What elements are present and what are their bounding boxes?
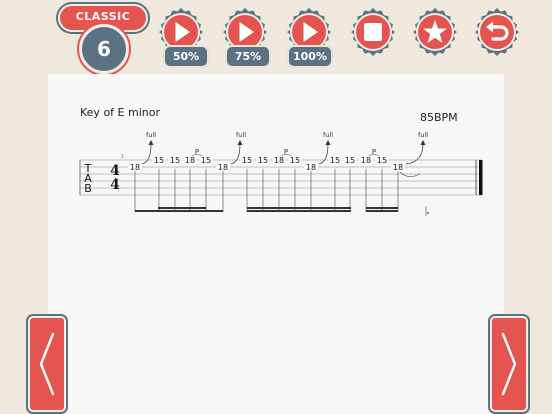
star-icon [413,8,457,56]
fret-note: 18 [306,163,316,172]
stop-icon [351,8,395,56]
fret-note: 18 [185,156,195,165]
fret-note: 15 [377,156,387,165]
speed-100-label: 100% [289,47,331,66]
next-page-button[interactable] [490,316,528,412]
fret-note: 18 [274,156,284,165]
bend-label: full [236,131,246,139]
stop-button[interactable] [349,8,397,56]
fret-note: 15 [290,156,300,165]
previous-page-button[interactable] [28,316,66,412]
speed-50-label: 50% [165,47,207,66]
time-signature-bottom: 4 [110,177,120,193]
bar-number: 1 [121,154,124,160]
fret-note: 18 [130,163,140,172]
bend-label: full [323,131,333,139]
tab-clef-b: B [84,182,92,195]
fret-note: 15 [170,156,180,165]
back-button[interactable] [473,8,521,56]
fret-note: 15 [154,156,164,165]
fret-note: 18 [218,163,228,172]
bend-label: full [418,131,428,139]
fret-note: 15 [345,156,355,165]
fret-note: 18 [393,163,403,172]
fret-note: 18 [361,156,371,165]
favorite-button[interactable] [411,8,459,56]
top-toolbar: CLASSIC 6 50% 75% 100% [0,0,552,74]
fret-note: 15 [330,156,340,165]
level-badge[interactable]: 6 [79,24,129,74]
fret-note: 15 [201,156,211,165]
fret-note: 15 [242,156,252,165]
chevron-left-icon [39,332,55,396]
chevron-right-icon [501,332,517,396]
bend-label: full [146,131,156,139]
speed-75-label: 75% [227,47,269,66]
tab-staff: T A B 4 4 1 full full full full P P P 18… [79,131,483,216]
fret-note: 15 [258,156,268,165]
back-arrow-icon [475,8,519,56]
tab-sheet: Key of E minor 85BPM T A B 4 4 1 full fu… [48,74,504,414]
